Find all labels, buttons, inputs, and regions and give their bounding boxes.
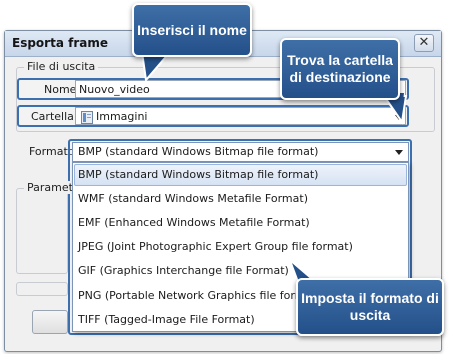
format-option-emf[interactable]: EMF (Enhanced Windows Metafile Format) <box>78 216 310 229</box>
callout-format-text-1: Imposta il formato di <box>301 290 439 306</box>
format-option-png[interactable]: PNG (Portable Network Graphics file form… <box>78 289 321 302</box>
parameters-group <box>16 188 68 274</box>
callout-folder-text-1: Trova la cartella <box>287 52 393 68</box>
callout-folder: Trova la cartella di destinazione <box>280 38 400 100</box>
callout-format: Imposta il formato di uscita <box>296 278 444 336</box>
format-option-gif[interactable]: GIF (Graphics Interchange file Format) <box>78 264 289 277</box>
format-option-jpeg[interactable]: JPEG (Joint Photographic Expert Group fi… <box>78 240 353 253</box>
bottom-button[interactable] <box>32 310 68 334</box>
callout-format-text-2: uscita <box>349 307 391 323</box>
dialog-title: Esporta frame <box>12 36 108 50</box>
folder-value: Immagini <box>96 110 148 123</box>
format-dropdown-icon[interactable] <box>395 150 403 155</box>
output-file-legend: File di uscita <box>24 60 99 73</box>
callout-folder-text-2: di destinazione <box>289 69 391 85</box>
format-option-bmp[interactable]: BMP (standard Windows Bitmap file format… <box>78 168 318 181</box>
callout-name: Inserisci il nome <box>132 3 252 57</box>
format-option-tiff[interactable]: TIFF (Tagged-Image File Format) <box>78 313 255 326</box>
close-icon: ✕ <box>418 35 430 50</box>
name-input-value: Nuovo_video <box>79 83 150 96</box>
close-button[interactable]: ✕ <box>414 34 434 52</box>
format-option-wmf[interactable]: WMF (standard Windows Metafile Format) <box>78 192 308 205</box>
name-label: Nome <box>44 83 77 96</box>
folder-label: Cartella <box>31 110 74 123</box>
callout-name-text: Inserisci il nome <box>137 21 247 38</box>
format-selected-value: BMP (standard Windows Bitmap file format… <box>78 145 319 158</box>
bottom-panel <box>16 282 68 296</box>
callout-folder-tail <box>382 93 408 125</box>
folder-icon <box>81 111 93 124</box>
